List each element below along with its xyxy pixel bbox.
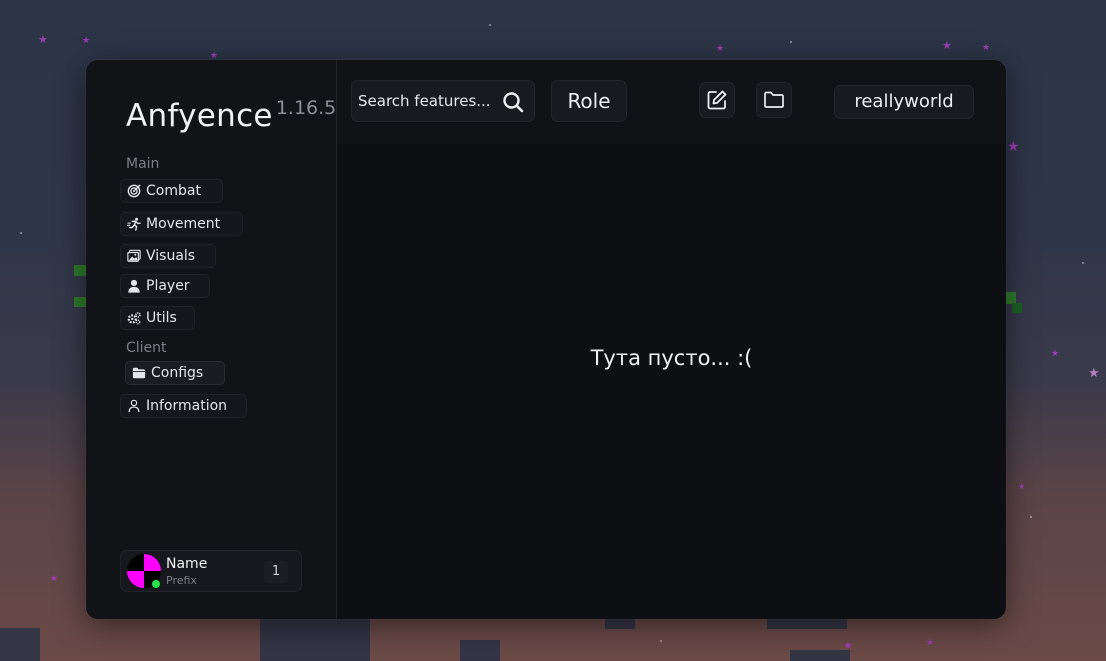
edit-icon — [707, 90, 727, 110]
sidebar-item-label: Combat — [146, 183, 201, 199]
sidebar-item-information[interactable]: Information — [120, 394, 247, 418]
top-toolbar: Role reallyworld — [337, 60, 1006, 144]
section-label-main: Main — [126, 156, 160, 172]
app-name: Anfyence — [126, 98, 273, 134]
sidebar: Anfyence 1.16.5 Main Combat Movement Vis… — [86, 60, 337, 619]
sidebar-item-label: Visuals — [146, 248, 196, 264]
user-name: Name — [166, 556, 208, 572]
star-decoration: ★ — [1088, 366, 1100, 381]
sidebar-item-label: Configs — [151, 365, 204, 381]
star-decoration: ★ — [38, 33, 48, 46]
sidebar-item-visuals[interactable]: Visuals — [120, 244, 216, 268]
user-count-badge: 1 — [264, 561, 288, 583]
app-version: 1.16.5 — [275, 97, 337, 119]
empty-state-message: Тута пусто... :( — [590, 346, 753, 370]
star-decoration: ★ — [982, 43, 991, 53]
search-icon[interactable] — [502, 91, 524, 113]
search-box[interactable] — [351, 80, 535, 122]
online-status-indicator — [151, 579, 161, 589]
brand-logo: Anfyence 1.16.5 — [126, 97, 337, 134]
sidebar-item-combat[interactable]: Combat — [120, 179, 223, 203]
user-icon — [128, 279, 140, 293]
user-outline-icon — [128, 399, 140, 413]
sidebar-item-configs[interactable]: Configs — [125, 361, 225, 385]
star-decoration: ★ — [1018, 482, 1026, 491]
client-menu-window: Anfyence 1.16.5 Main Combat Movement Vis… — [86, 60, 1006, 619]
star-decoration: ★ — [1007, 139, 1020, 155]
star-decoration: ★ — [82, 36, 91, 46]
running-icon — [127, 217, 141, 231]
user-prefix: Prefix — [166, 574, 197, 587]
open-folder-button[interactable] — [756, 82, 792, 118]
user-profile-card[interactable]: Name Prefix 1 — [120, 550, 302, 592]
star-decoration: ★ — [1051, 349, 1060, 359]
target-icon — [127, 184, 141, 198]
sidebar-item-player[interactable]: Player — [120, 274, 210, 298]
sidebar-item-label: Information — [146, 398, 228, 414]
edit-button[interactable] — [699, 82, 735, 118]
sidebar-item-label: Player — [146, 278, 190, 294]
sidebar-item-label: Movement — [146, 216, 221, 232]
sidebar-item-movement[interactable]: Movement — [120, 212, 243, 236]
search-input[interactable] — [358, 81, 498, 121]
section-label-client: Client — [126, 340, 167, 356]
sidebar-item-utils[interactable]: Utils — [120, 306, 195, 330]
star-decoration: ★ — [716, 44, 725, 54]
sidebar-item-label: Utils — [146, 310, 177, 326]
role-button[interactable]: Role — [551, 80, 627, 122]
folder-outline-icon — [764, 91, 784, 108]
image-icon — [127, 249, 141, 262]
gears-icon — [127, 312, 141, 325]
server-selector[interactable]: reallyworld — [834, 85, 974, 119]
star-decoration: ★ — [50, 574, 59, 584]
folder-icon — [132, 367, 146, 379]
star-decoration: ★ — [926, 638, 935, 648]
star-decoration: ★ — [942, 39, 952, 52]
